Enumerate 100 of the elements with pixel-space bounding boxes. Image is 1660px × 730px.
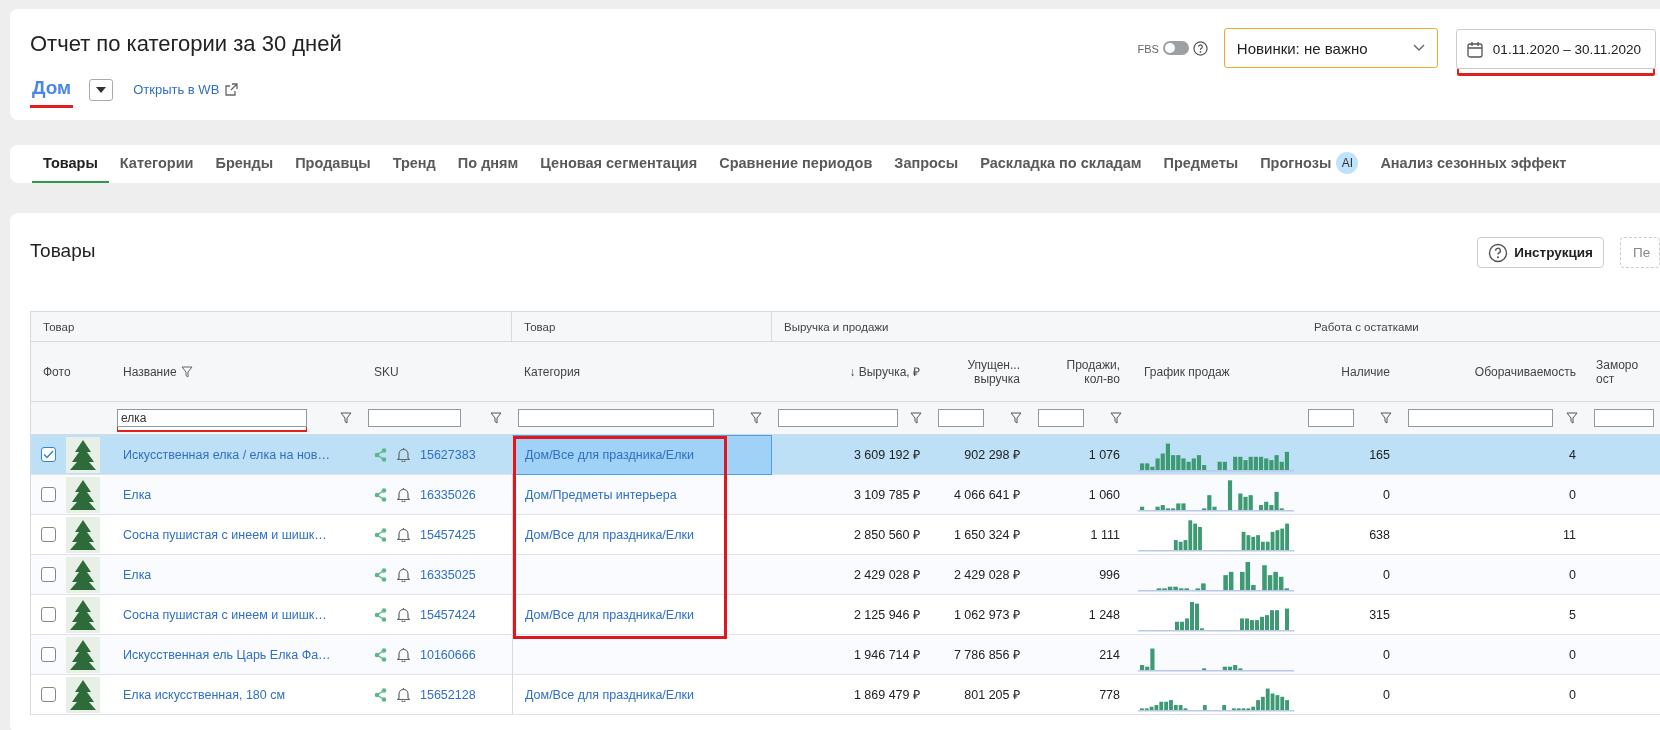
filter-field[interactable]: [518, 409, 714, 427]
filter-icon[interactable]: [340, 412, 352, 424]
share-icon[interactable]: [374, 487, 387, 502]
sku-link[interactable]: 15457425: [420, 527, 476, 542]
category-link[interactable]: Дом/Все для праздника/Елки: [525, 687, 694, 702]
tab[interactable]: Сравнение периодов: [708, 145, 884, 183]
bell-icon[interactable]: [397, 607, 410, 622]
bell-icon[interactable]: [397, 567, 410, 582]
filter-field[interactable]: [938, 409, 984, 427]
bell-icon[interactable]: [397, 647, 410, 662]
sku-link[interactable]: 15652128: [420, 687, 476, 702]
tab-label: Анализ сезонных эффект: [1380, 155, 1567, 171]
dashed-button[interactable]: Пе: [1620, 237, 1660, 268]
bell-icon[interactable]: [397, 447, 410, 462]
category-link[interactable]: Дом/Предметы интерьера: [525, 487, 677, 502]
column-header[interactable]: Категория: [524, 364, 581, 379]
filter-icon[interactable]: [910, 412, 922, 424]
tab[interactable]: Товары: [32, 145, 109, 183]
tab[interactable]: Раскладка по складам: [969, 145, 1153, 183]
filter-field[interactable]: [1408, 409, 1553, 427]
group-header: Работа с остатками: [1314, 320, 1419, 333]
product-link[interactable]: Елка: [123, 487, 152, 502]
column-header[interactable]: Оборачиваемость: [1474, 364, 1576, 379]
column-header[interactable]: Фото: [43, 364, 71, 379]
product-link[interactable]: Искусственная ель Царь Елка Фа…: [123, 647, 331, 662]
filter-field[interactable]: [1308, 409, 1354, 427]
category-link[interactable]: Дом/Все для праздника/Елки: [525, 527, 694, 542]
filter-icon[interactable]: [1566, 412, 1578, 424]
share-icon[interactable]: [374, 607, 387, 622]
filter-icon[interactable]: [1380, 412, 1392, 424]
share-icon[interactable]: [374, 527, 387, 542]
help-icon[interactable]: [1192, 41, 1208, 56]
row-checkbox[interactable]: [41, 607, 56, 622]
column-header[interactable]: Упущен... выручка: [967, 357, 1020, 386]
column-header[interactable]: ↓ Выручка, ₽: [849, 363, 920, 380]
share-icon[interactable]: [374, 567, 387, 582]
tab[interactable]: Тренд: [381, 145, 447, 183]
column-header[interactable]: SKU: [374, 364, 399, 379]
product-link[interactable]: Сосна пушистая с инеем и шишк…: [123, 527, 327, 542]
tab[interactable]: Бренды: [204, 145, 285, 183]
product-link[interactable]: Сосна пушистая с инеем и шишк…: [123, 607, 327, 622]
share-icon[interactable]: [374, 647, 387, 662]
filter-field[interactable]: елка: [117, 409, 307, 427]
tab-label: Сравнение периодов: [719, 155, 873, 171]
filter-field[interactable]: [1038, 409, 1084, 427]
sku-link[interactable]: 15457424: [420, 607, 476, 622]
dropdown-button[interactable]: [89, 78, 114, 101]
sku-link[interactable]: 10160666: [420, 647, 476, 662]
category-link[interactable]: Дом: [30, 77, 74, 108]
tab[interactable]: Категории: [108, 145, 205, 183]
product-link[interactable]: Искусственная елка / елка на нов…: [123, 447, 330, 462]
row-checkbox[interactable]: [41, 687, 56, 702]
ai-badge: AI: [1336, 152, 1359, 174]
row-checkbox[interactable]: [41, 487, 56, 502]
filter-icon[interactable]: [180, 365, 193, 378]
fbs-toggle[interactable]: [1162, 41, 1189, 55]
instruction-button[interactable]: Инструкция: [1477, 237, 1604, 268]
row-checkbox[interactable]: [41, 527, 56, 542]
category-link[interactable]: Дом/Все для праздника/Елки: [525, 607, 694, 622]
product-link[interactable]: Елка искусственная, 180 см: [123, 687, 286, 702]
column-header[interactable]: Наличие: [1341, 364, 1390, 379]
tab[interactable]: Предметы: [1152, 145, 1250, 183]
filter-icon[interactable]: [490, 412, 502, 424]
tab[interactable]: Запросы: [883, 145, 970, 183]
row-checkbox[interactable]: [41, 447, 56, 462]
bell-icon[interactable]: [397, 527, 410, 542]
novelty-select[interactable]: Новинки: не важно: [1223, 28, 1438, 68]
tab-label: Категории: [119, 155, 194, 171]
table-cell-text: 1 946 714 ₽: [853, 647, 920, 663]
tab[interactable]: Продавцы: [284, 145, 382, 183]
filter-icon[interactable]: [1110, 412, 1122, 424]
product-link[interactable]: Елка: [123, 567, 152, 582]
filter-field[interactable]: [368, 409, 461, 427]
column-header[interactable]: Заморо ост: [1596, 357, 1639, 386]
share-icon[interactable]: [374, 687, 387, 702]
row-checkbox[interactable]: [41, 567, 56, 582]
column-header[interactable]: Продажи, кол-во: [1066, 357, 1120, 386]
filter-icon[interactable]: [750, 412, 762, 424]
bell-icon[interactable]: [397, 687, 410, 702]
table-cell: 0: [1569, 647, 1576, 662]
sku-link[interactable]: 16335025: [420, 567, 476, 582]
row-checkbox[interactable]: [41, 647, 56, 662]
column-header[interactable]: Название: [123, 364, 177, 379]
tab[interactable]: Прогнозы AI: [1249, 145, 1370, 183]
sku-link[interactable]: 15627383: [420, 447, 476, 462]
tab[interactable]: По дням: [446, 145, 530, 183]
column-header[interactable]: График продаж: [1144, 364, 1230, 379]
filter-field[interactable]: [778, 409, 898, 427]
open-link[interactable]: Открыть в WB: [133, 82, 220, 97]
tab-label: Прогнозы: [1260, 155, 1332, 171]
sku-link[interactable]: 16335026: [420, 487, 476, 502]
table-cell: 165: [1369, 447, 1390, 462]
table-cell-text: 801 205 ₽: [964, 687, 1020, 703]
tab[interactable]: Анализ сезонных эффект: [1369, 145, 1578, 183]
tab-label: Раскладка по складам: [980, 155, 1142, 171]
filter-field[interactable]: [1594, 409, 1654, 427]
filter-icon[interactable]: [1010, 412, 1022, 424]
tab-label: Предметы: [1163, 155, 1239, 171]
bell-icon[interactable]: [397, 487, 410, 502]
tab[interactable]: Ценовая сегментация: [529, 145, 709, 183]
